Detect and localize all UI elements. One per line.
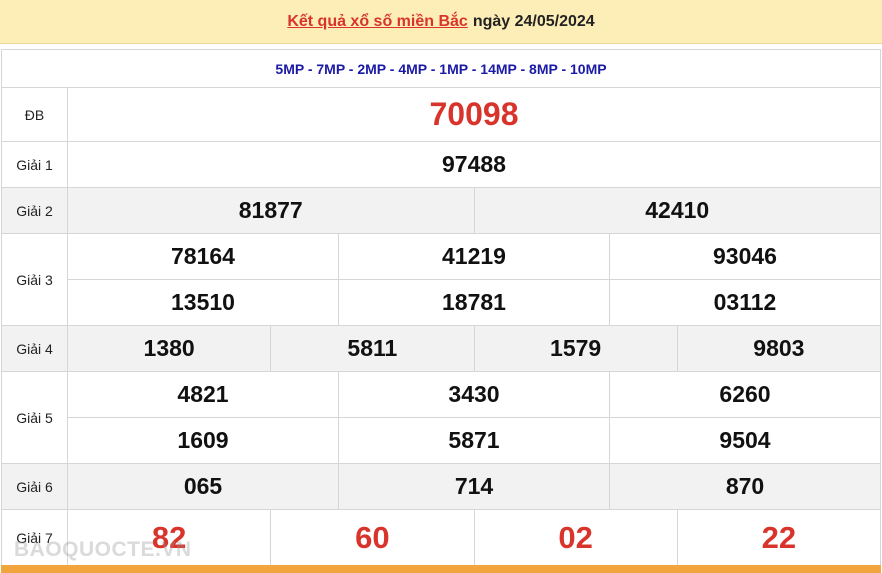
prize-number: 9504 <box>609 418 880 463</box>
prize-label: Giải 5 <box>2 372 68 463</box>
prize-number: 9803 <box>676 326 880 371</box>
special-codes: 5MP - 7MP - 2MP - 4MP - 1MP - 14MP - 8MP… <box>2 50 880 88</box>
prize-label: ĐB <box>2 88 68 141</box>
prize-row-4: Giải 4 1380 5811 1579 9803 <box>2 326 880 372</box>
prize-number-red: 60 <box>270 510 473 566</box>
prize-number: 13510 <box>171 289 235 315</box>
prize-number: 6260 <box>609 372 880 417</box>
prize-label: Giải 1 <box>2 142 68 187</box>
prize-label: Giải 3 <box>2 234 68 325</box>
watermark-logo: BAOQUOCTE.VN <box>14 538 192 561</box>
prize-number-special: 70098 <box>429 96 519 132</box>
prize-number: 42410 <box>473 188 881 233</box>
prize-number: 93046 <box>609 234 880 279</box>
bottom-bar <box>1 565 881 573</box>
prize-label: Giải 6 <box>2 464 68 509</box>
prize-row-3: Giải 3 78164 41219 93046 13510 18781 031… <box>2 234 880 326</box>
prize-row-6: Giải 6 065 714 870 <box>2 464 880 510</box>
prize-number: 5871 <box>338 418 609 463</box>
prize-number: 065 <box>183 473 223 499</box>
prize-row-2: Giải 2 81877 42410 <box>2 188 880 234</box>
prize-number: 870 <box>609 464 880 509</box>
prize-number: 714 <box>338 464 609 509</box>
prize-number: 1609 <box>177 427 229 453</box>
prize-number: 03112 <box>609 280 880 325</box>
prize-number-red: 22 <box>676 510 880 566</box>
prize-number: 3430 <box>338 372 609 417</box>
prize-number: 41219 <box>338 234 609 279</box>
prize-number: 18781 <box>338 280 609 325</box>
prize-number-red: 02 <box>473 510 677 566</box>
prize-label: Giải 2 <box>2 188 68 233</box>
prize-number: 1380 <box>143 335 195 361</box>
prize-number: 4821 <box>177 381 229 407</box>
prize-number: 5811 <box>270 326 473 371</box>
prize-label: Giải 4 <box>2 326 68 371</box>
prize-row-special: ĐB 70098 <box>2 88 880 142</box>
prize-row-5: Giải 5 4821 3430 6260 1609 5871 9504 <box>2 372 880 464</box>
draw-date: ngày 24/05/2024 <box>472 12 595 30</box>
prize-row-1: Giải 1 97488 <box>2 142 880 188</box>
prize-number: 81877 <box>238 197 303 223</box>
page-title: Kết quả xổ số miền Bắc ngày 24/05/2024 <box>0 0 882 44</box>
results-title-link[interactable]: Kết quả xổ số miền Bắc <box>287 13 468 31</box>
prize-number: 1579 <box>473 326 677 371</box>
results-table: 5MP - 7MP - 2MP - 4MP - 1MP - 14MP - 8MP… <box>1 49 881 573</box>
prize-number: 97488 <box>442 151 506 177</box>
prize-number: 78164 <box>171 243 235 269</box>
